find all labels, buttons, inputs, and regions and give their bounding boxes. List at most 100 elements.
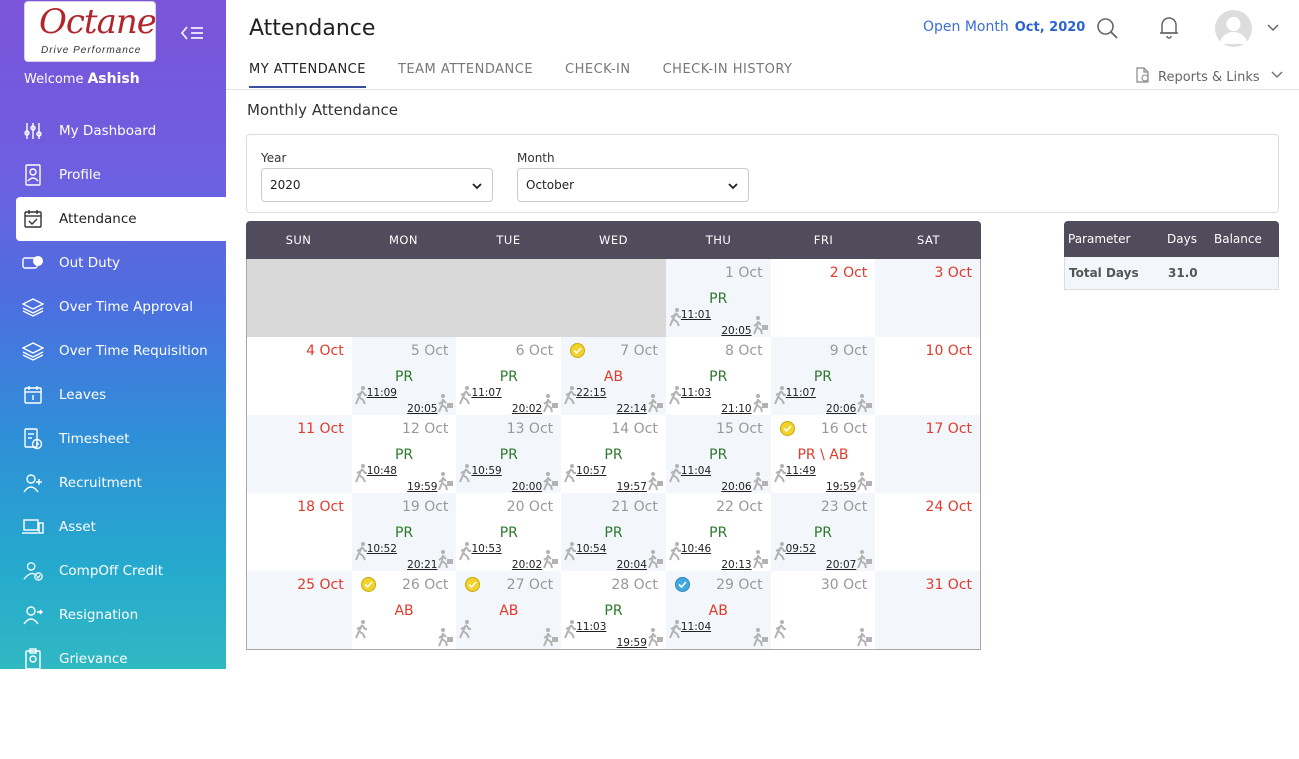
calendar-day[interactable]: 15 Oct PR 11:04 20:06 <box>665 415 771 493</box>
calendar-day[interactable]: 5 Oct PR 11:09 20:05 <box>351 337 457 415</box>
sidebar-item-asset[interactable]: Asset <box>0 505 226 549</box>
calendar-day[interactable]: 7 Oct AB 22:15 22:14 <box>561 337 666 415</box>
check-in-time[interactable]: 11:03 <box>681 387 711 399</box>
attendance-status: PR <box>709 525 728 541</box>
calendar-day[interactable]: 25 Oct <box>247 571 352 649</box>
calendar-day[interactable]: 30 Oct <box>770 571 876 649</box>
sidebar-item-recruitment[interactable]: Recruitment <box>0 461 226 505</box>
check-in-time[interactable]: 22:15 <box>576 387 606 399</box>
open-month[interactable]: Open Month Oct, 2020 <box>923 19 1085 35</box>
calendar-day[interactable]: 26 Oct AB <box>351 571 457 649</box>
search-icon[interactable] <box>1095 16 1119 40</box>
check-out-time[interactable]: 19:59 <box>826 481 856 493</box>
calendar-day[interactable]: 17 Oct <box>875 415 981 493</box>
reports-links-dropdown[interactable]: Reports & Links <box>1134 66 1284 88</box>
check-out-time[interactable]: 20:06 <box>721 481 751 493</box>
check-in-time[interactable]: 09:52 <box>786 543 816 555</box>
tab-team-attendance[interactable]: TEAM ATTENDANCE <box>398 62 533 88</box>
sidebar-item-over-time-requisition[interactable]: Over Time Requisition <box>0 329 226 373</box>
check-in-time[interactable]: 10:46 <box>681 543 711 555</box>
bell-icon[interactable] <box>1158 15 1180 39</box>
tab-check-in-history[interactable]: CHECK-IN HISTORY <box>663 62 793 88</box>
calendar-day[interactable]: 21 Oct PR 10:54 20:04 <box>561 493 666 571</box>
calendar-day[interactable]: 11 Oct <box>247 415 352 493</box>
check-out-time[interactable]: 20:07 <box>826 559 856 571</box>
check-in-time[interactable]: 10:57 <box>576 465 606 477</box>
calendar-day[interactable]: 14 Oct PR 10:57 19:57 <box>561 415 666 493</box>
avatar[interactable] <box>1215 10 1252 47</box>
check-in-time[interactable]: 10:53 <box>471 543 501 555</box>
sidebar-item-grievance[interactable]: Grievance <box>0 637 226 669</box>
check-in-time[interactable]: 10:52 <box>367 543 397 555</box>
approved-check-icon[interactable] <box>674 577 690 592</box>
check-out-time[interactable]: 20:02 <box>512 559 542 571</box>
sidebar-item-compoff-credit[interactable]: CompOff Credit <box>0 549 226 593</box>
calendar-day[interactable]: 22 Oct PR 10:46 20:13 <box>665 493 771 571</box>
collapse-menu-icon[interactable] <box>178 22 206 44</box>
check-in-time[interactable]: 11:03 <box>576 621 606 633</box>
check-in-time[interactable]: 10:48 <box>367 465 397 477</box>
check-out-time[interactable]: 20:06 <box>826 403 856 415</box>
sidebar-item-out-duty[interactable]: Out Duty <box>0 241 226 285</box>
sidebar-item-resignation[interactable]: Resignation <box>0 593 226 637</box>
check-in-time[interactable]: 11:49 <box>786 465 816 477</box>
calendar-day[interactable]: 9 Oct PR 11:07 20:06 <box>770 337 876 415</box>
check-out-time[interactable]: 21:10 <box>721 403 751 415</box>
calendar-day[interactable]: 28 Oct PR 11:03 19:59 <box>561 571 666 649</box>
pending-check-icon[interactable] <box>570 343 586 358</box>
calendar-day[interactable]: 8 Oct PR 11:03 21:10 <box>665 337 771 415</box>
chevron-down-icon[interactable] <box>1265 20 1281 36</box>
calendar-day[interactable]: 10 Oct <box>875 337 981 415</box>
check-out-time[interactable]: 20:05 <box>407 403 437 415</box>
check-out-time[interactable]: 20:00 <box>512 481 542 493</box>
calendar-day[interactable]: 20 Oct PR 10:53 20:02 <box>456 493 562 571</box>
month-select[interactable]: October <box>517 168 749 202</box>
check-in-time[interactable]: 11:01 <box>681 309 711 321</box>
octane-logo[interactable]: Octane Drive Performance <box>24 1 156 62</box>
calendar-day[interactable]: 6 Oct PR 11:07 20:02 <box>456 337 562 415</box>
calendar-day[interactable]: 31 Oct <box>875 571 981 649</box>
check-in-time[interactable]: 11:07 <box>471 387 501 399</box>
sidebar-item-timesheet[interactable]: Timesheet <box>0 417 226 461</box>
sidebar-item-attendance[interactable]: Attendance <box>16 197 226 241</box>
tab-check-in[interactable]: CHECK-IN <box>565 62 631 88</box>
check-out-time[interactable]: 19:59 <box>407 481 437 493</box>
calendar-day[interactable]: 23 Oct PR 09:52 20:07 <box>770 493 876 571</box>
check-in-time[interactable]: 11:09 <box>367 387 397 399</box>
sidebar-item-leaves[interactable]: Leaves <box>0 373 226 417</box>
calendar-day[interactable]: 18 Oct <box>247 493 352 571</box>
calendar-day[interactable]: 1 Oct PR 11:01 20:05 <box>665 259 771 337</box>
check-out-time[interactable]: 20:02 <box>512 403 542 415</box>
check-out-time[interactable]: 20:04 <box>617 559 647 571</box>
calendar-day[interactable]: 2 Oct <box>770 259 876 337</box>
calendar-day[interactable]: 12 Oct PR 10:48 19:59 <box>351 415 457 493</box>
pending-check-icon[interactable] <box>465 577 481 592</box>
check-out-time[interactable]: 19:59 <box>617 637 647 649</box>
check-out-time[interactable]: 19:57 <box>617 481 647 493</box>
check-out-time[interactable]: 22:14 <box>617 403 647 415</box>
check-in-time[interactable]: 10:59 <box>471 465 501 477</box>
check-out-time[interactable]: 20:05 <box>721 325 751 337</box>
pending-check-icon[interactable] <box>360 577 376 592</box>
sidebar-item-my-dashboard[interactable]: My Dashboard <box>0 109 226 153</box>
calendar-day[interactable]: 16 Oct PR \ AB 11:49 19:59 <box>770 415 876 493</box>
calendar-day[interactable]: 3 Oct <box>875 259 981 337</box>
calendar-day[interactable]: 13 Oct PR 10:59 20:00 <box>456 415 562 493</box>
check-in-time[interactable]: 11:04 <box>681 621 711 633</box>
sidebar-item-profile[interactable]: Profile <box>0 153 226 197</box>
calendar-day[interactable]: 24 Oct <box>875 493 981 571</box>
sidebar-item-over-time-approval[interactable]: Over Time Approval <box>0 285 226 329</box>
check-out-time[interactable]: 20:13 <box>721 559 751 571</box>
check-in-time[interactable]: 11:07 <box>786 387 816 399</box>
check-out-icon <box>541 549 559 569</box>
tab-my-attendance[interactable]: MY ATTENDANCE <box>249 62 366 88</box>
calendar-day[interactable]: 29 Oct AB 11:04 <box>665 571 771 649</box>
check-out-time[interactable]: 20:21 <box>407 559 437 571</box>
check-in-time[interactable]: 10:54 <box>576 543 606 555</box>
calendar-day[interactable]: 27 Oct AB <box>456 571 562 649</box>
pending-check-icon[interactable] <box>779 421 795 436</box>
check-in-time[interactable]: 11:04 <box>681 465 711 477</box>
calendar-day[interactable]: 19 Oct PR 10:52 20:21 <box>351 493 457 571</box>
year-select[interactable]: 2020 <box>261 168 493 202</box>
calendar-day[interactable]: 4 Oct <box>247 337 352 415</box>
